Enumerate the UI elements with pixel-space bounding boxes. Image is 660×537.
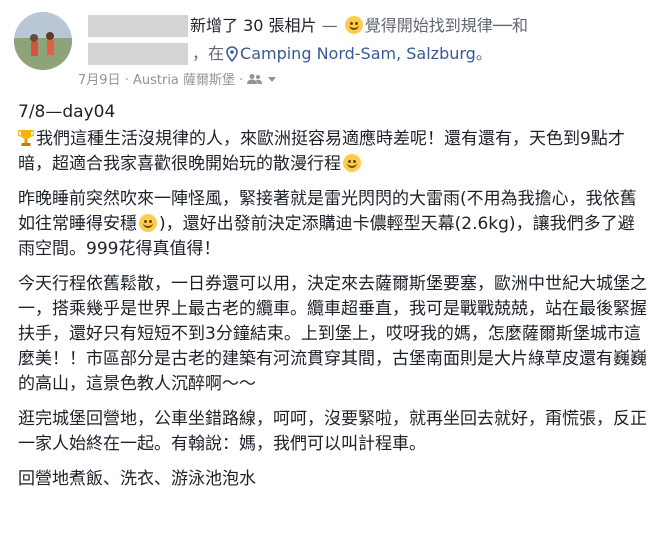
meta-dot: · <box>124 73 129 88</box>
chevron-down-icon[interactable] <box>267 77 276 83</box>
post-body: 7/8—day04 我們這種生活沒規律的人，來歐洲挺容易適應時差呢！還有還有，天… <box>18 100 648 502</box>
place-link[interactable]: Camping Nord-Sam, Salzburg <box>240 44 476 63</box>
trophy-icon <box>18 130 34 146</box>
feeling-text: 覺得開始找到規律──和 <box>364 16 528 35</box>
post-date[interactable]: 7月9日 <box>78 73 121 88</box>
post-location[interactable]: Austria 薩爾斯堡 <box>133 73 235 88</box>
post-header-line-2: ，在 Camping Nord-Sam, Salzburg。 <box>192 44 492 64</box>
audience-friends-icon[interactable] <box>247 73 263 85</box>
grin-emoji-icon <box>343 154 361 172</box>
paragraph-4: 逛完城堡回營地，公車坐錯路線，呵呵，沒要緊啦，就再坐回去就好，甭慌張，反正一家人… <box>18 409 647 454</box>
at-text: ，在 <box>192 44 225 63</box>
location-pin-icon <box>226 46 238 62</box>
paragraph-1: 我們這種生活沒規律的人，來歐洲挺容易適應時差呢！還有還有，天色到9點才暗，超適合… <box>18 127 648 177</box>
post-title: 7/8—day04 <box>18 102 116 122</box>
separator: — <box>316 16 343 35</box>
action-text[interactable]: 新增了 30 張相片 <box>190 16 317 35</box>
period: 。 <box>475 44 492 63</box>
redacted-name <box>88 15 188 37</box>
paragraph-2: 昨晚睡前突然吹來一陣怪風，緊接著就是雷光閃閃的大雷雨(不用為我擔心，我依舊如往常… <box>18 187 648 262</box>
redacted-tagged-name <box>88 43 188 65</box>
profile-avatar[interactable] <box>14 12 72 70</box>
blush-emoji-icon <box>139 214 157 232</box>
meta-dot-2: · <box>239 73 244 88</box>
post-header-line-1: 新增了 30 張相片 — 覺得開始找到規律──和 <box>190 16 528 36</box>
paragraph-1-text: 我們這種生活沒規律的人，來歐洲挺容易適應時差呢！還有還有，天色到9點才暗，超適合… <box>18 129 625 174</box>
paragraph-5: 回營地煮飯、洗衣、游泳池泡水 <box>18 469 256 489</box>
post-meta: 7月9日 · Austria 薩爾斯堡 · <box>78 72 276 90</box>
paragraph-3: 今天行程依舊鬆散，一日券還可以用，決定來去薩爾斯堡要塞，歐洲中世紀大城堡之一，搭… <box>18 274 647 394</box>
blush-emoji-icon <box>344 16 363 34</box>
